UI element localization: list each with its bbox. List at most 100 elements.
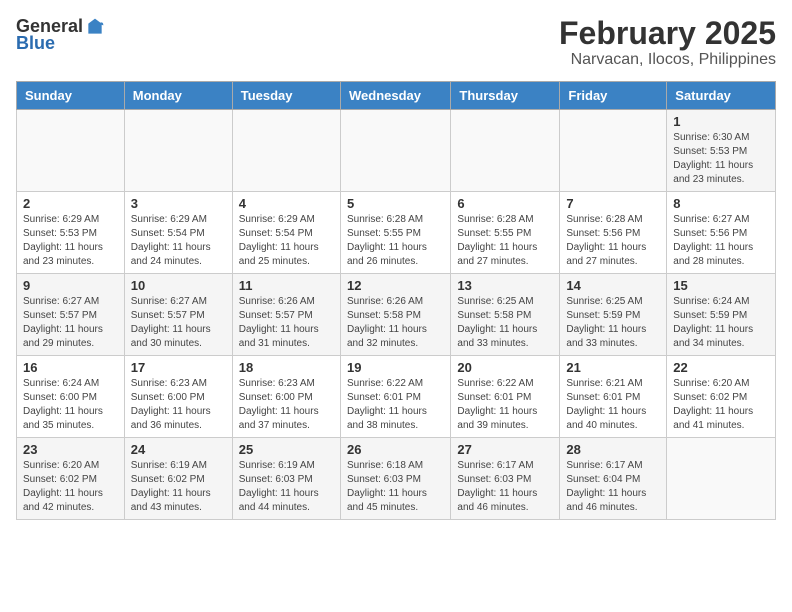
calendar-cell: 16 Sunrise: 6:24 AM Sunset: 6:00 PM Dayli… <box>17 356 125 438</box>
day-info: Sunrise: 6:24 AM Sunset: 6:00 PM Dayligh… <box>23 377 118 433</box>
calendar-week-row: 16 Sunrise: 6:24 AM Sunset: 6:00 PM Dayli… <box>17 356 776 438</box>
day-info: Sunrise: 6:18 AM Sunset: 6:03 PM Dayligh… <box>347 459 444 515</box>
calendar-cell: 22 Sunrise: 6:20 AM Sunset: 6:02 PM Dayli… <box>667 356 776 438</box>
day-info: Sunrise: 6:19 AM Sunset: 6:03 PM Dayligh… <box>239 459 334 515</box>
day-info: Sunrise: 6:29 AM Sunset: 5:53 PM Dayligh… <box>23 213 118 269</box>
day-info: Sunrise: 6:26 AM Sunset: 5:57 PM Dayligh… <box>239 295 334 351</box>
logo-blue: Blue <box>16 33 55 54</box>
day-number: 17 <box>131 360 226 375</box>
day-info: Sunrise: 6:23 AM Sunset: 6:00 PM Dayligh… <box>131 377 226 433</box>
day-info: Sunrise: 6:28 AM Sunset: 5:55 PM Dayligh… <box>347 213 444 269</box>
day-number: 19 <box>347 360 444 375</box>
calendar-cell <box>451 110 560 192</box>
day-number: 10 <box>131 278 226 293</box>
calendar-cell: 20 Sunrise: 6:22 AM Sunset: 6:01 PM Dayli… <box>451 356 560 438</box>
calendar: SundayMondayTuesdayWednesdayThursdayFrid… <box>16 81 776 520</box>
day-number: 6 <box>457 196 553 211</box>
calendar-cell: 27Sunrise: 6:17 AM Sunset: 6:03 PM Dayli… <box>451 438 560 520</box>
day-number: 4 <box>239 196 334 211</box>
calendar-week-row: 2 Sunrise: 6:29 AM Sunset: 5:53 PM Daylig… <box>17 192 776 274</box>
day-number: 28 <box>566 442 660 457</box>
day-info: Sunrise: 6:29 AM Sunset: 5:54 PM Dayligh… <box>239 213 334 269</box>
day-number: 12 <box>347 278 444 293</box>
day-info: Sunrise: 6:23 AM Sunset: 6:00 PM Dayligh… <box>239 377 334 433</box>
calendar-cell: 11 Sunrise: 6:26 AM Sunset: 5:57 PM Dayli… <box>232 274 340 356</box>
day-info: Sunrise: 6:21 AM Sunset: 6:01 PM Dayligh… <box>566 377 660 433</box>
day-number: 1 <box>673 114 769 129</box>
weekday-header-wednesday: Wednesday <box>340 82 450 110</box>
day-info: Sunrise: 6:20 AM Sunset: 6:02 PM Dayligh… <box>23 459 118 515</box>
title-section: February 2025 Narvacan, Ilocos, Philippi… <box>559 16 776 69</box>
day-info: Sunrise: 6:19 AM Sunset: 6:02 PM Dayligh… <box>131 459 226 515</box>
weekday-header-row: SundayMondayTuesdayWednesdayThursdayFrid… <box>17 82 776 110</box>
calendar-cell: 25 Sunrise: 6:19 AM Sunset: 6:03 PM Dayli… <box>232 438 340 520</box>
day-info: Sunrise: 6:26 AM Sunset: 5:58 PM Dayligh… <box>347 295 444 351</box>
day-number: 20 <box>457 360 553 375</box>
calendar-week-row: 23 Sunrise: 6:20 AM Sunset: 6:02 PM Dayli… <box>17 438 776 520</box>
day-number: 25 <box>239 442 334 457</box>
day-info: Sunrise: 6:24 AM Sunset: 5:59 PM Dayligh… <box>673 295 769 351</box>
calendar-cell: 2 Sunrise: 6:29 AM Sunset: 5:53 PM Daylig… <box>17 192 125 274</box>
weekday-header-saturday: Saturday <box>667 82 776 110</box>
calendar-cell: 26 Sunrise: 6:18 AM Sunset: 6:03 PM Dayli… <box>340 438 450 520</box>
logo: General Blue <box>16 16 105 54</box>
day-info: Sunrise: 6:22 AM Sunset: 6:01 PM Dayligh… <box>457 377 553 433</box>
logo-icon <box>85 17 105 37</box>
day-number: 2 <box>23 196 118 211</box>
day-info: Sunrise: 6:22 AM Sunset: 6:01 PM Dayligh… <box>347 377 444 433</box>
header: General Blue February 2025 Narvacan, Ilo… <box>16 16 776 69</box>
calendar-week-row: 9 Sunrise: 6:27 AM Sunset: 5:57 PM Daylig… <box>17 274 776 356</box>
day-info: Sunrise: 6:27 AM Sunset: 5:57 PM Dayligh… <box>131 295 226 351</box>
day-number: 8 <box>673 196 769 211</box>
calendar-cell: 5 Sunrise: 6:28 AM Sunset: 5:55 PM Daylig… <box>340 192 450 274</box>
calendar-cell: 8 Sunrise: 6:27 AM Sunset: 5:56 PM Daylig… <box>667 192 776 274</box>
calendar-cell: 28 Sunrise: 6:17 AM Sunset: 6:04 PM Dayli… <box>560 438 667 520</box>
day-number: 5 <box>347 196 444 211</box>
calendar-cell: 24Sunrise: 6:19 AM Sunset: 6:02 PM Dayli… <box>124 438 232 520</box>
day-number: 18 <box>239 360 334 375</box>
calendar-cell: 1 Sunrise: 6:30 AM Sunset: 5:53 PM Daylig… <box>667 110 776 192</box>
calendar-cell: 14Sunrise: 6:25 AM Sunset: 5:59 PM Dayli… <box>560 274 667 356</box>
calendar-cell: 3 Sunrise: 6:29 AM Sunset: 5:54 PM Daylig… <box>124 192 232 274</box>
calendar-cell: 19 Sunrise: 6:22 AM Sunset: 6:01 PM Dayli… <box>340 356 450 438</box>
calendar-cell: 4 Sunrise: 6:29 AM Sunset: 5:54 PM Daylig… <box>232 192 340 274</box>
calendar-cell: 9 Sunrise: 6:27 AM Sunset: 5:57 PM Daylig… <box>17 274 125 356</box>
calendar-cell: 12 Sunrise: 6:26 AM Sunset: 5:58 PM Dayli… <box>340 274 450 356</box>
day-info: Sunrise: 6:17 AM Sunset: 6:03 PM Dayligh… <box>457 459 553 515</box>
day-info: Sunrise: 6:28 AM Sunset: 5:55 PM Dayligh… <box>457 213 553 269</box>
calendar-cell: 13Sunrise: 6:25 AM Sunset: 5:58 PM Dayli… <box>451 274 560 356</box>
calendar-cell: 21 Sunrise: 6:21 AM Sunset: 6:01 PM Dayli… <box>560 356 667 438</box>
day-number: 16 <box>23 360 118 375</box>
weekday-header-thursday: Thursday <box>451 82 560 110</box>
month-title: February 2025 <box>559 16 776 51</box>
day-number: 26 <box>347 442 444 457</box>
weekday-header-sunday: Sunday <box>17 82 125 110</box>
day-info: Sunrise: 6:29 AM Sunset: 5:54 PM Dayligh… <box>131 213 226 269</box>
calendar-cell <box>124 110 232 192</box>
day-number: 14 <box>566 278 660 293</box>
calendar-cell: 17 Sunrise: 6:23 AM Sunset: 6:00 PM Dayli… <box>124 356 232 438</box>
calendar-cell <box>232 110 340 192</box>
calendar-cell: 6 Sunrise: 6:28 AM Sunset: 5:55 PM Daylig… <box>451 192 560 274</box>
day-number: 15 <box>673 278 769 293</box>
calendar-cell: 10 Sunrise: 6:27 AM Sunset: 5:57 PM Dayli… <box>124 274 232 356</box>
day-number: 23 <box>23 442 118 457</box>
day-info: Sunrise: 6:28 AM Sunset: 5:56 PM Dayligh… <box>566 213 660 269</box>
day-info: Sunrise: 6:17 AM Sunset: 6:04 PM Dayligh… <box>566 459 660 515</box>
calendar-cell: 18 Sunrise: 6:23 AM Sunset: 6:00 PM Dayli… <box>232 356 340 438</box>
day-info: Sunrise: 6:20 AM Sunset: 6:02 PM Dayligh… <box>673 377 769 433</box>
day-number: 21 <box>566 360 660 375</box>
day-info: Sunrise: 6:27 AM Sunset: 5:57 PM Dayligh… <box>23 295 118 351</box>
weekday-header-monday: Monday <box>124 82 232 110</box>
calendar-cell <box>17 110 125 192</box>
day-number: 11 <box>239 278 334 293</box>
day-number: 3 <box>131 196 226 211</box>
day-info: Sunrise: 6:25 AM Sunset: 5:58 PM Dayligh… <box>457 295 553 351</box>
calendar-week-row: 1 Sunrise: 6:30 AM Sunset: 5:53 PM Daylig… <box>17 110 776 192</box>
weekday-header-tuesday: Tuesday <box>232 82 340 110</box>
day-number: 9 <box>23 278 118 293</box>
calendar-cell <box>560 110 667 192</box>
day-info: Sunrise: 6:30 AM Sunset: 5:53 PM Dayligh… <box>673 131 769 187</box>
day-info: Sunrise: 6:27 AM Sunset: 5:56 PM Dayligh… <box>673 213 769 269</box>
day-number: 22 <box>673 360 769 375</box>
